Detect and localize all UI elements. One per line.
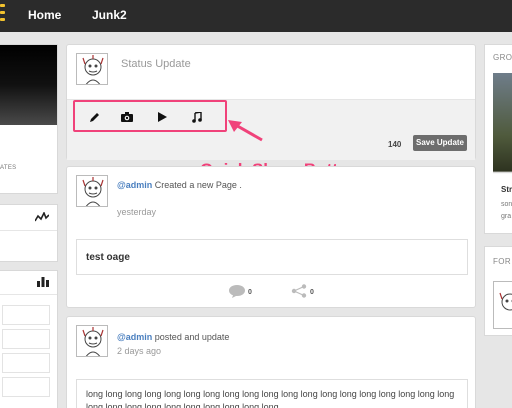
activity-post: @admin Created a new Page . yesterday te… xyxy=(66,166,476,308)
forums-title: FOR xyxy=(493,257,512,266)
groups-card: GRO Str son gra xyxy=(484,44,512,234)
status-input[interactable]: Status Update xyxy=(121,58,191,70)
avatar[interactable] xyxy=(76,53,108,85)
bar-chart-icon[interactable] xyxy=(37,277,49,287)
activity-post: @admin posted and update 2 days ago long… xyxy=(66,316,476,408)
stats-row[interactable] xyxy=(2,329,50,349)
nav-junk2-link[interactable]: Junk2 xyxy=(92,8,127,22)
activity-graph-icon[interactable] xyxy=(35,212,49,222)
share-count: 0 xyxy=(310,289,314,296)
post-body-box: long long long long long long long long … xyxy=(76,379,468,408)
activity-card xyxy=(0,204,58,262)
nav-home-link[interactable]: Home xyxy=(28,8,61,22)
post-action: Created a new Page . xyxy=(154,180,242,190)
avatar[interactable] xyxy=(76,175,108,207)
avatar[interactable] xyxy=(493,281,512,329)
share-icon[interactable] xyxy=(291,284,307,298)
group-description: gra xyxy=(501,213,512,220)
profile-card: ATES xyxy=(0,44,58,194)
top-navbar: Home Junk2 xyxy=(0,0,512,32)
post-timestamp[interactable]: 2 days ago xyxy=(117,346,161,356)
post-action: posted and update xyxy=(154,332,230,342)
character-count: 140 xyxy=(388,140,402,149)
menu-icon[interactable] xyxy=(0,4,6,26)
group-description: son xyxy=(501,201,512,208)
comment-count: 0 xyxy=(248,289,252,296)
profile-cover-image xyxy=(0,45,57,125)
post-author-link[interactable]: @admin xyxy=(117,180,152,190)
stats-row[interactable] xyxy=(2,377,50,397)
stats-row[interactable] xyxy=(2,353,50,373)
post-header: @admin Created a new Page . xyxy=(117,180,242,190)
avatar[interactable] xyxy=(76,325,108,357)
post-header: @admin posted and update xyxy=(117,332,229,342)
comment-icon[interactable] xyxy=(229,284,245,298)
page-title[interactable]: test oage xyxy=(86,252,130,263)
save-update-button[interactable]: Save Update xyxy=(413,135,467,151)
post-timestamp[interactable]: yesterday xyxy=(117,207,156,217)
group-name[interactable]: Str xyxy=(501,185,512,194)
annotation-arrow xyxy=(228,120,263,142)
post-author-link[interactable]: @admin xyxy=(117,332,152,342)
share-buttons-highlight xyxy=(73,100,227,132)
forums-card: FOR xyxy=(484,246,512,336)
profile-card-text: ATES xyxy=(0,165,17,171)
post-body: long long long long long long long long … xyxy=(86,389,455,408)
stats-card xyxy=(0,270,58,408)
page-preview[interactable]: test oage xyxy=(76,239,468,275)
stats-row[interactable] xyxy=(2,305,50,325)
groups-title: GRO xyxy=(493,53,512,62)
